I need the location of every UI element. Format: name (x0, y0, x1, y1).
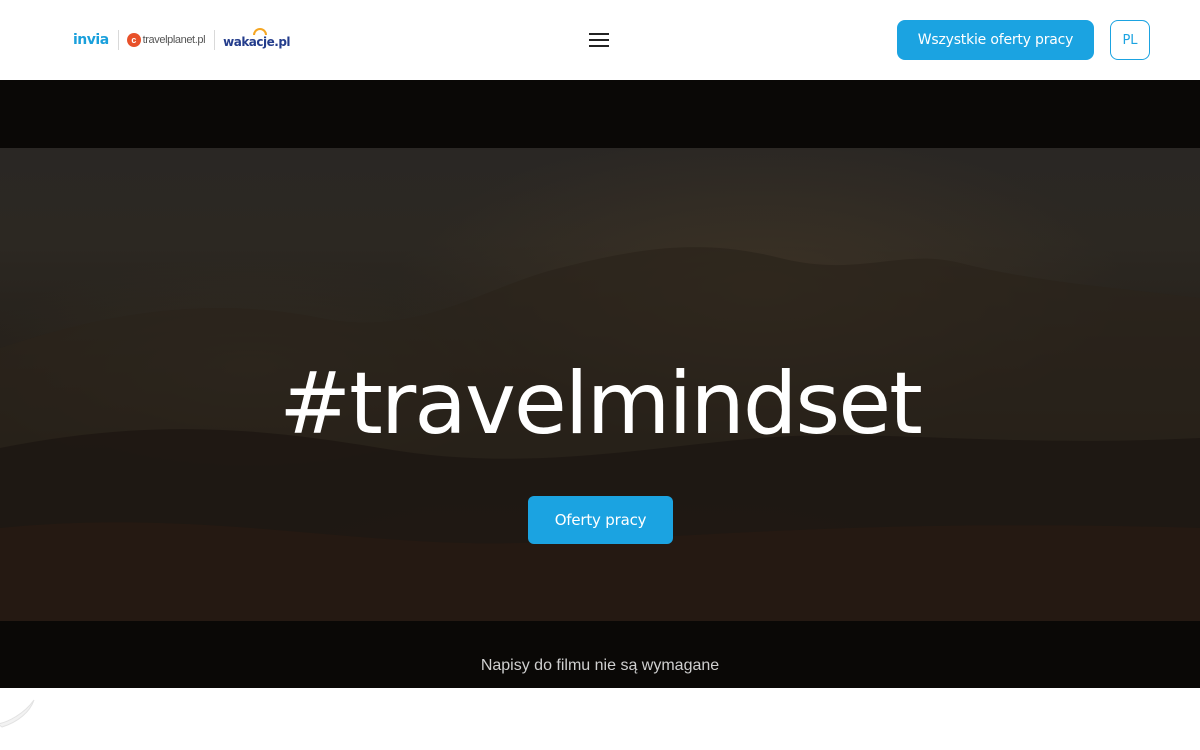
hero-title: #travelmindset (279, 354, 923, 454)
logo-divider (117, 30, 119, 50)
hero-video[interactable]: #travelmindset Oferty pracy Napisy do fi… (0, 80, 1200, 688)
wakacje-logo[interactable]: wakacje.pl (223, 27, 291, 49)
travelplanet-mark-icon: c (126, 33, 141, 47)
decorative-swoosh-icon (0, 699, 35, 728)
invia-logo[interactable]: invia (73, 32, 109, 48)
logo-divider (214, 30, 216, 50)
video-caption-note: Napisy do filmu nie są wymagane (480, 657, 720, 674)
brand-logos: invia c travelplanet .pl wakacje.pl (73, 27, 291, 53)
all-job-offers-button[interactable]: Wszystkie oferty pracy (897, 20, 1094, 60)
job-offers-button[interactable]: Oferty pracy (528, 496, 673, 544)
hamburger-menu-icon[interactable] (589, 31, 611, 49)
travelplanet-logo[interactable]: c travelplanet .pl (126, 33, 206, 47)
site-header: invia c travelplanet .pl wakacje.pl Wszys… (0, 0, 1200, 80)
sun-arc-icon (253, 27, 268, 35)
video-frame: #travelmindset Oferty pracy (0, 148, 1200, 621)
language-switch-button[interactable]: PL (1110, 20, 1150, 60)
